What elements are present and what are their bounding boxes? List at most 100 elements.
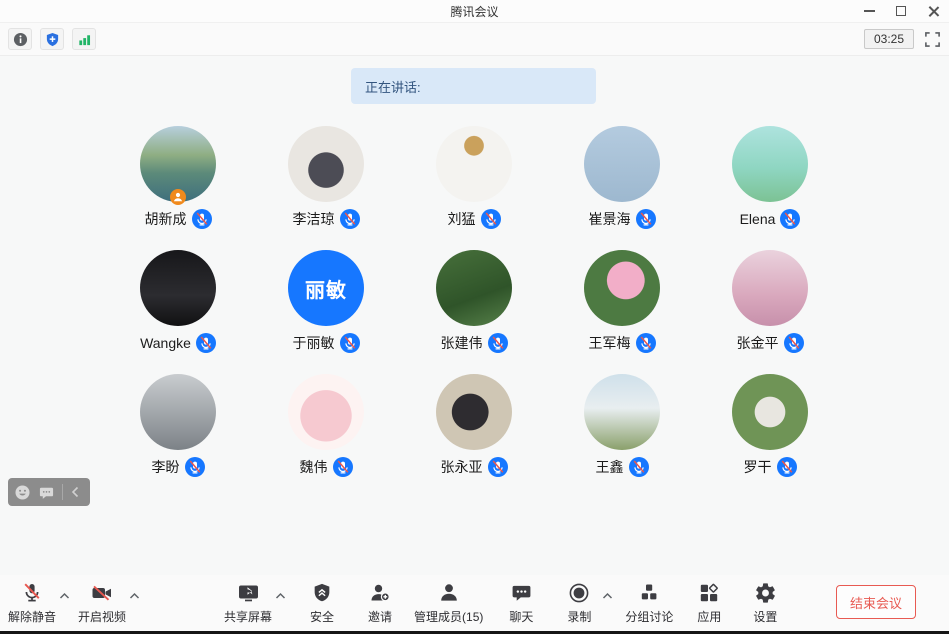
speaking-banner: 正在讲话: xyxy=(351,68,596,104)
start-video-button[interactable]: 开启视频 xyxy=(76,580,128,625)
apps-label: 应用 xyxy=(697,608,721,625)
avatar xyxy=(436,374,512,450)
participant-card[interactable]: 魏伟 xyxy=(252,374,400,498)
unmute-button[interactable]: 解除静音 xyxy=(6,580,58,625)
record-options-chevron[interactable] xyxy=(601,581,613,611)
maximize-button[interactable] xyxy=(885,0,917,22)
participant-card[interactable]: 李盼 xyxy=(104,374,252,498)
mic-muted-icon xyxy=(333,457,353,477)
participant-card[interactable]: 李洁琼 xyxy=(252,126,400,250)
mic-muted-icon xyxy=(192,209,212,229)
breakout-rooms-button[interactable]: 分组讨论 xyxy=(623,580,675,625)
invite-label: 邀请 xyxy=(368,608,392,625)
name-row: Elena xyxy=(740,209,801,229)
meeting-security-button[interactable] xyxy=(40,28,64,50)
avatar xyxy=(732,126,808,202)
reactions-panel xyxy=(8,478,90,506)
participant-name: 王军梅 xyxy=(589,333,631,353)
end-meeting-button[interactable]: 结束会议 xyxy=(836,585,916,619)
mic-muted-icon xyxy=(196,333,216,353)
signal-bars-icon xyxy=(77,32,92,47)
video-group: 开启视频 xyxy=(76,580,140,625)
participant-card[interactable]: 崔景海 xyxy=(548,126,696,250)
audio-group: 解除静音 xyxy=(6,580,70,625)
meeting-info-button[interactable] xyxy=(8,28,32,50)
avatar xyxy=(288,126,364,202)
invite-button[interactable]: 邀请 xyxy=(358,580,402,625)
share-options-chevron[interactable] xyxy=(274,581,286,611)
participant-name: 张永亚 xyxy=(441,457,483,477)
settings-button[interactable]: 设置 xyxy=(743,580,787,625)
avatar xyxy=(732,250,808,326)
bottom-toolbar: 解除静音 开启视频 共享屏幕 安全 邀请 管理成员(15) 聊天 xyxy=(0,575,949,631)
name-row: 王军梅 xyxy=(589,333,656,353)
security-shield-icon xyxy=(311,581,333,605)
video-options-chevron[interactable] xyxy=(128,581,140,611)
participant-name: 王鑫 xyxy=(596,457,624,477)
share-screen-icon xyxy=(236,581,261,605)
name-row: 张金平 xyxy=(737,333,804,353)
record-group: 录制 xyxy=(557,580,613,625)
network-status-button[interactable] xyxy=(72,28,96,50)
mic-muted-icon xyxy=(340,333,360,353)
settings-label: 设置 xyxy=(753,608,777,625)
share-screen-button[interactable]: 共享屏幕 xyxy=(222,580,274,625)
participant-card[interactable]: 张建伟 xyxy=(400,250,548,374)
chat-button[interactable]: 聊天 xyxy=(499,580,543,625)
participant-card[interactable]: 张金平 xyxy=(696,250,844,374)
participant-card[interactable]: 罗干 xyxy=(696,374,844,498)
shield-plus-icon xyxy=(45,32,60,47)
mic-muted-icon xyxy=(636,333,656,353)
avatar xyxy=(140,374,216,450)
name-row: 崔景海 xyxy=(589,209,656,229)
emoji-icon[interactable] xyxy=(14,484,31,501)
chat-bubble-mini-icon[interactable] xyxy=(38,484,55,501)
breakout-rooms-icon xyxy=(637,581,661,605)
apps-icon xyxy=(697,581,721,605)
name-row: 刘猛 xyxy=(448,209,501,229)
name-row: 罗干 xyxy=(744,457,797,477)
minimize-icon xyxy=(864,10,875,12)
manage-members-button[interactable]: 管理成员(15) xyxy=(412,580,485,625)
participant-card[interactable]: 丽敏 于丽敏 xyxy=(252,250,400,374)
participant-name: 崔景海 xyxy=(589,209,631,229)
chevron-up-icon xyxy=(59,592,70,600)
name-row: 张永亚 xyxy=(441,457,508,477)
participant-card[interactable]: 张永亚 xyxy=(400,374,548,498)
participant-name: 刘猛 xyxy=(448,209,476,229)
fullscreen-button[interactable] xyxy=(924,31,941,48)
record-label: 录制 xyxy=(567,608,591,625)
participant-card[interactable]: 王军梅 xyxy=(548,250,696,374)
avatar: 丽敏 xyxy=(288,250,364,326)
name-row: 李洁琼 xyxy=(293,209,360,229)
speaking-banner-label: 正在讲话: xyxy=(365,77,421,96)
participant-name: 魏伟 xyxy=(300,457,328,477)
participant-name: 于丽敏 xyxy=(293,333,335,353)
participant-name: 罗干 xyxy=(744,457,772,477)
record-button[interactable]: 录制 xyxy=(557,580,601,625)
avatar xyxy=(732,374,808,450)
participant-card[interactable]: Elena xyxy=(696,126,844,250)
name-row: 张建伟 xyxy=(441,333,508,353)
participant-card[interactable]: 胡新成 xyxy=(104,126,252,250)
participant-name: 张建伟 xyxy=(441,333,483,353)
minimize-button[interactable] xyxy=(853,0,885,22)
participant-card[interactable]: 王鑫 xyxy=(548,374,696,498)
window-controls xyxy=(853,0,949,22)
security-button[interactable]: 安全 xyxy=(300,580,344,625)
mic-muted-icon xyxy=(780,209,800,229)
audio-options-chevron[interactable] xyxy=(58,581,70,611)
participant-card[interactable]: 刘猛 xyxy=(400,126,548,250)
mic-muted-icon xyxy=(777,457,797,477)
name-row: 李盼 xyxy=(152,457,205,477)
avatar xyxy=(140,250,216,326)
manage-members-label: 管理成员(15) xyxy=(414,608,483,625)
participant-card[interactable]: Wangke xyxy=(104,250,252,374)
apps-button[interactable]: 应用 xyxy=(687,580,731,625)
share-group: 共享屏幕 xyxy=(222,580,286,625)
name-row: Wangke xyxy=(140,333,216,353)
name-row: 王鑫 xyxy=(596,457,649,477)
host-badge-icon xyxy=(170,189,186,205)
close-button[interactable] xyxy=(917,0,949,22)
collapse-chevron-left-icon[interactable] xyxy=(70,486,80,498)
